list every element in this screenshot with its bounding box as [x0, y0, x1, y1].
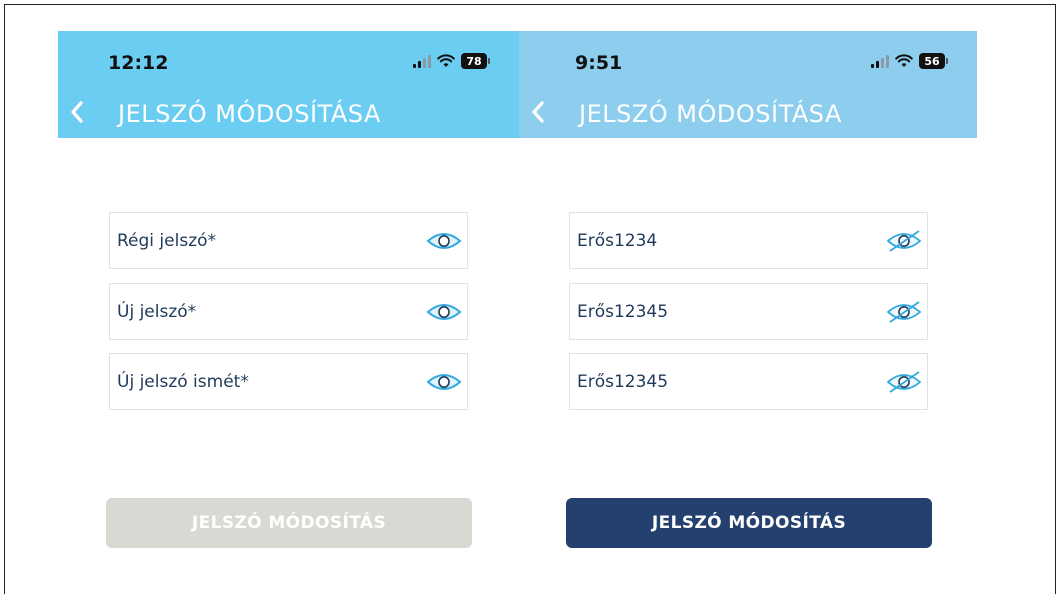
new-password-placeholder: Új jelszó*	[117, 301, 197, 322]
signal-icon	[413, 54, 431, 68]
eye-icon[interactable]	[426, 370, 462, 394]
confirm-password-field[interactable]: Erős12345	[569, 353, 928, 410]
new-password-field[interactable]: Új jelszó*	[109, 283, 468, 340]
chevron-left-icon[interactable]	[529, 99, 547, 125]
confirm-password-field[interactable]: Új jelszó ismét*	[109, 353, 468, 410]
page-title: JELSZÓ MÓDOSÍTÁSA	[579, 100, 842, 128]
old-password-value: Erős1234	[577, 230, 658, 251]
eye-icon[interactable]	[426, 229, 462, 253]
page-title: JELSZÓ MÓDOSÍTÁSA	[118, 100, 381, 128]
status-icons: 78	[413, 53, 490, 69]
eye-off-icon[interactable]	[886, 370, 922, 394]
change-password-button[interactable]: JELSZÓ MÓDOSÍTÁS	[566, 498, 932, 548]
wifi-icon	[895, 54, 913, 67]
new-password-value: Erős12345	[577, 301, 669, 322]
app-header: 12:12 78 JELSZÓ MÓDOSÍTÁSA	[58, 31, 519, 138]
wifi-icon	[437, 54, 455, 67]
old-password-placeholder: Régi jelszó*	[117, 230, 217, 251]
confirm-password-placeholder: Új jelszó ismét*	[117, 371, 249, 392]
app-header: 9:51 56 JELSZÓ MÓDOSÍTÁSA	[519, 31, 977, 138]
status-icons: 56	[871, 53, 948, 69]
change-password-screen-filled: 9:51 56 JELSZÓ MÓDOSÍTÁSA Erős1234 Erős1…	[519, 31, 977, 591]
status-time: 9:51	[575, 52, 623, 74]
battery-indicator: 56	[919, 53, 948, 69]
battery-indicator: 78	[461, 53, 490, 69]
eye-icon[interactable]	[426, 300, 462, 324]
change-password-button-disabled[interactable]: JELSZÓ MÓDOSÍTÁS	[106, 498, 472, 548]
status-time: 12:12	[108, 52, 169, 74]
eye-off-icon[interactable]	[886, 229, 922, 253]
old-password-field[interactable]: Régi jelszó*	[109, 212, 468, 269]
change-password-screen-empty: 12:12 78 JELSZÓ MÓDOSÍTÁSA Régi jelszó* …	[58, 31, 519, 591]
old-password-field[interactable]: Erős1234	[569, 212, 928, 269]
eye-off-icon[interactable]	[886, 300, 922, 324]
confirm-password-value: Erős12345	[577, 371, 669, 392]
chevron-left-icon[interactable]	[68, 99, 86, 125]
signal-icon	[871, 54, 889, 68]
new-password-field[interactable]: Erős12345	[569, 283, 928, 340]
